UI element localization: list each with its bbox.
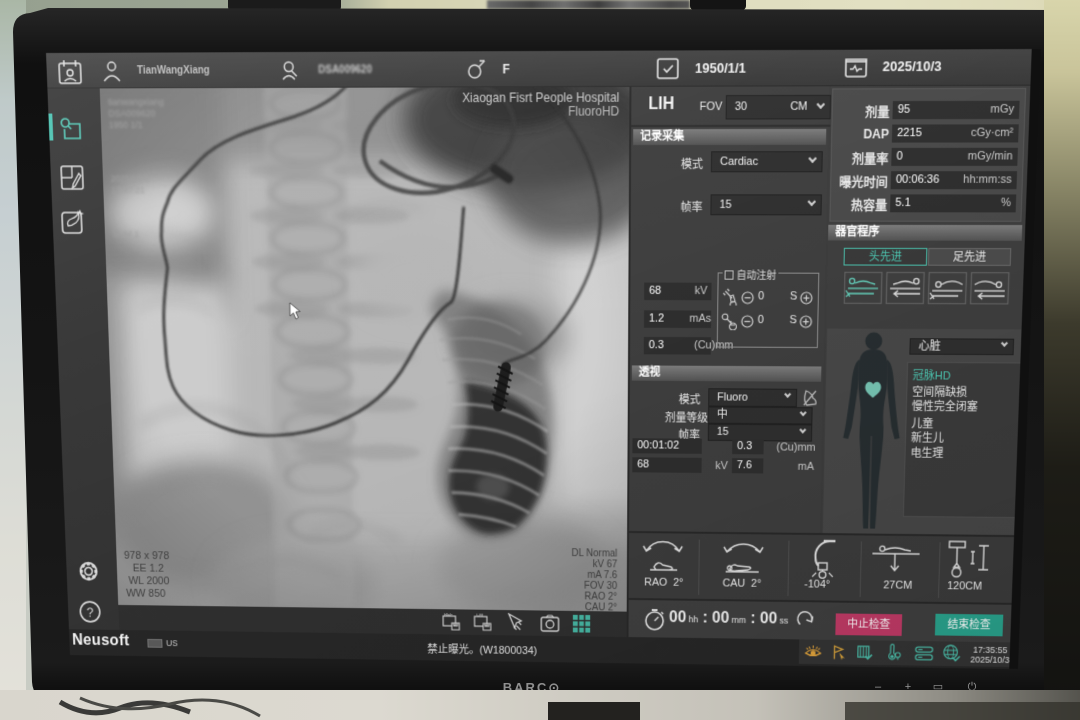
svg-text:Xiaogan Fisrt People Hospital: Xiaogan Fisrt People Hospital xyxy=(462,90,619,105)
svg-text:FOV 30: FOV 30 xyxy=(584,581,618,592)
svg-text:REF: REF xyxy=(444,613,453,617)
svg-text:CM: CM xyxy=(476,614,483,618)
svg-text:WL 2000: WL 2000 xyxy=(128,575,169,587)
svg-text:mA 7.6: mA 7.6 xyxy=(587,570,617,581)
svg-text:1950 1/1: 1950 1/1 xyxy=(109,120,143,130)
svg-text:DSA009620: DSA009620 xyxy=(108,108,155,118)
svg-text:17:47:21: 17:47:21 xyxy=(111,185,145,195)
svg-text:?: ? xyxy=(86,605,94,619)
svg-text:tianwangxiang: tianwangxiang xyxy=(108,97,164,107)
svg-text:DL Normal: DL Normal xyxy=(572,548,618,559)
svg-text:SUM 1: SUM 1 xyxy=(112,229,139,239)
svg-text:978 x 978: 978 x 978 xyxy=(124,550,170,562)
svg-text:FluoroHD: FluoroHD xyxy=(568,104,619,119)
svg-text:WW 850: WW 850 xyxy=(126,588,166,600)
svg-text:EE 1.2: EE 1.2 xyxy=(133,563,164,575)
svg-text:kV 67: kV 67 xyxy=(593,559,618,570)
svg-text:RAO 2°: RAO 2° xyxy=(584,592,617,603)
svg-text:2025/10/3: 2025/10/3 xyxy=(110,174,149,184)
